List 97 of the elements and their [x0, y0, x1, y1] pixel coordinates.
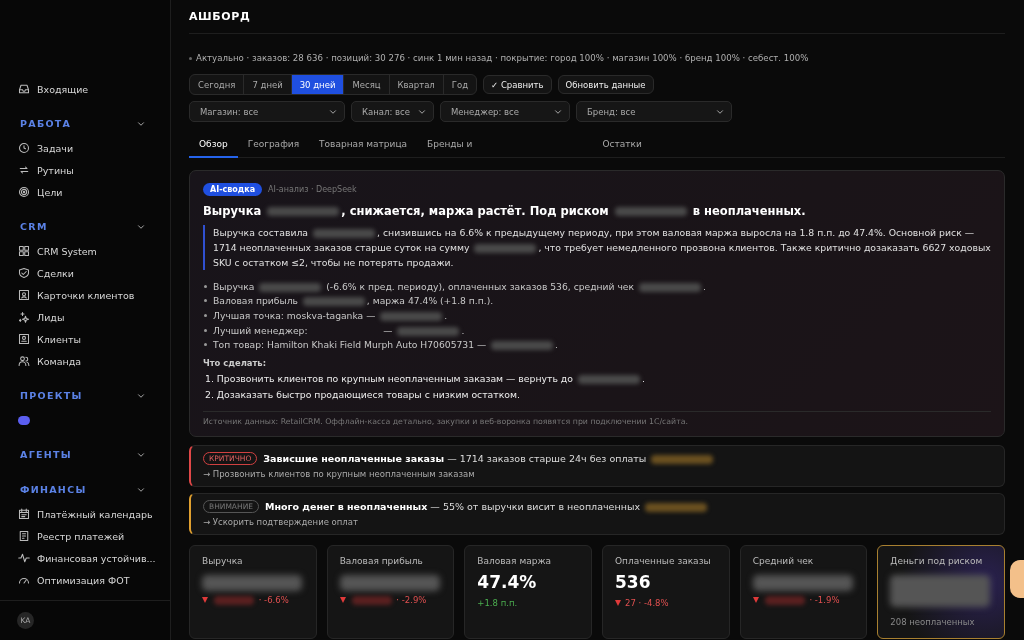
- clock-icon: [18, 142, 30, 154]
- nav-item[interactable]: Сделки: [37, 267, 75, 279]
- alert-action[interactable]: → Ускорить подтверждение оплат: [203, 516, 992, 527]
- kpi-card[interactable]: Средний чек · -1.9%: [739, 544, 868, 639]
- period-button[interactable]: 7 дней: [244, 75, 292, 94]
- nav-item[interactable]: CRM System: [37, 245, 97, 257]
- nav-item[interactable]: Платёжный календарь: [37, 508, 153, 520]
- nav-item[interactable]: Лиды: [37, 311, 65, 323]
- summary-quote: Выручка составила , снизившись на 6.6% к предыдущему периоду, при этом валовая маржа выросла на 1.8 п.п. до 47.4%. Основной риск — 1714 неоплаченных заказов старше суток на сумму , что требует немедленного прозвона клиентов. Также критично дозаказать 6627 ходовых SKU с остатком ≤2, чтобы не потерять продажи.: [203, 225, 991, 270]
- tab[interactable]: Обзор: [189, 133, 238, 158]
- nav-item[interactable]: Команда: [37, 355, 82, 367]
- filter-dropdown[interactable]: Менеджер: все: [440, 101, 570, 122]
- section-title[interactable]: ПРОЕКТЫ: [20, 390, 83, 401]
- floating-widget-icon[interactable]: [1010, 560, 1024, 598]
- bullet-text: Выручка (-6.6% к пред. периоду), оплаченных заказов 536, средний чек .: [213, 280, 706, 292]
- period-button[interactable]: 30 дней: [291, 75, 345, 94]
- kpi-label: Оплаченные заказы: [615, 555, 712, 566]
- alert-action[interactable]: → Прозвонить клиентов по крупным неоплаченным заказам: [203, 468, 992, 479]
- down-triangle-icon: [202, 596, 208, 603]
- kpi-note: 208 неоплаченных: [890, 616, 976, 627]
- nav-item[interactable]: Реестр платежей: [37, 530, 125, 542]
- kpi-delta: · -2.9%: [349, 594, 427, 605]
- bullet-text: Валовая прибыль , маржа 47.4% (+1.8 п.п.).: [213, 295, 494, 307]
- nav-item[interactable]: Входящие: [37, 83, 89, 95]
- bullet-icon: [204, 284, 207, 288]
- kpi-card[interactable]: Выручка · -6.6%: [189, 544, 317, 639]
- kpi-delta: +1.8 п.п.: [477, 597, 518, 608]
- alert-text: Зависшие неоплаченные заказы — 1714 заказов старше 24ч без оплаты: [263, 452, 716, 464]
- kpi-delta: · -1.9%: [762, 594, 840, 605]
- bullet-text: Лучшая точка: moskva-taganka — .: [213, 310, 448, 321]
- contact-card-icon: [18, 333, 30, 345]
- grid-icon: [18, 245, 30, 257]
- kpi-card[interactable]: Оплаченные заказы 536 27 · -4.8%: [602, 544, 730, 639]
- action-button[interactable]: Обновить данные: [557, 75, 654, 94]
- bullet-icon: [204, 314, 207, 317]
- team-icon: [18, 355, 30, 367]
- sparkle-icon: [18, 311, 30, 323]
- tab[interactable]: Остатки: [592, 133, 652, 158]
- bullet-icon: [204, 328, 207, 332]
- pulse-icon: [18, 552, 30, 564]
- kpi-delta: 27 · -4.8%: [625, 597, 669, 608]
- period-button[interactable]: Квартал: [389, 75, 444, 94]
- alert-text: Много денег в неоплаченных — 55% от выручки висит в неоплаченных: [265, 500, 710, 512]
- nav-item[interactable]: Финансовая устойчив...: [37, 552, 156, 564]
- todo-item: 2. Дозаказать быстро продающиеся товары с низким остатком.: [204, 388, 521, 402]
- tab[interactable]: География: [237, 133, 310, 158]
- period-button[interactable]: Месяц: [344, 75, 390, 94]
- inbox-icon: [18, 83, 30, 95]
- section-title[interactable]: ФИНАНСЫ: [20, 484, 87, 495]
- down-triangle-icon: [615, 599, 621, 606]
- kpi-value: 47.4%: [477, 571, 538, 594]
- period-button[interactable]: Сегодня: [190, 75, 245, 94]
- bullet-icon: [204, 299, 207, 303]
- nav-item[interactable]: Клиенты: [37, 333, 82, 345]
- page-title: АШБОРД: [189, 10, 251, 23]
- tab[interactable]: Товарная матрица: [309, 133, 418, 158]
- contact-card-icon: [18, 289, 30, 301]
- down-triangle-icon: [339, 596, 346, 603]
- kpi-label: Валовая прибыль: [339, 555, 424, 566]
- repeat-icon: [18, 164, 30, 176]
- ai-badge: AI-сводка: [203, 183, 263, 196]
- nav-item[interactable]: Карточки клиентов: [37, 289, 135, 301]
- target-icon: [18, 186, 30, 198]
- down-triangle-icon: [752, 596, 759, 603]
- kpi-label: Средний чек: [752, 555, 815, 566]
- summary-headline: Выручка , снижается, маржа растёт. Под риском в неоплаченных.: [203, 204, 807, 218]
- section-title[interactable]: РАБОТА: [20, 118, 72, 129]
- bullet-text: Лучший менеджер: — .: [213, 324, 465, 336]
- status-dot: [189, 56, 192, 60]
- filter-dropdown[interactable]: Канал: все: [351, 101, 434, 122]
- section-title[interactable]: CRM: [20, 221, 48, 232]
- kpi-label: Выручка: [202, 555, 244, 566]
- tab[interactable]: Бренды и: [417, 133, 483, 158]
- kpi-card[interactable]: Деньги под риском 208 неоплаченных: [877, 544, 1005, 639]
- filter-dropdown[interactable]: Магазин: все: [189, 101, 345, 122]
- period-button[interactable]: Год: [443, 75, 477, 94]
- bullet-icon: [204, 343, 207, 347]
- source-label: AI-анализ · DeepSeek: [268, 185, 357, 194]
- kpi-card[interactable]: Валовая маржа 47.4% +1.8 п.п.: [464, 544, 592, 639]
- status-text: Актуально · заказов: 28 636 · позиций: 30 276 · синк 1 мин назад · покрытие: город 100% · магазин 100% · бренд 100% · себест. 100%: [196, 53, 809, 63]
- document-icon: [18, 530, 30, 542]
- kpi-value: 536: [615, 571, 652, 594]
- calendar-icon: [18, 508, 30, 520]
- nav-item[interactable]: Цели: [37, 186, 63, 198]
- filter-dropdown[interactable]: Бренд: все: [576, 101, 732, 122]
- action-button[interactable]: ✓ Сравнить: [483, 75, 552, 94]
- section-title[interactable]: АГЕНТЫ: [20, 449, 72, 460]
- nav-item[interactable]: Задачи: [37, 142, 74, 154]
- bullet-text: Топ товар: Hamilton Khaki Field Murph Auto H70605731 — .: [213, 339, 558, 351]
- todo-title: Что сделать:: [203, 357, 267, 368]
- kpi-card[interactable]: Валовая прибыль · -2.9%: [326, 544, 455, 639]
- nav-item[interactable]: Оптимизация ФОТ: [37, 574, 130, 586]
- nav-item[interactable]: Рутины: [37, 164, 74, 176]
- todo-item: 1. Прозвонить клиентов по крупным неоплаченным заказам — вернуть до .: [204, 372, 646, 386]
- kpi-label: Валовая маржа: [477, 555, 553, 566]
- kpi-delta: · -6.6%: [212, 594, 289, 605]
- kpi-label: Деньги под риском: [890, 555, 984, 566]
